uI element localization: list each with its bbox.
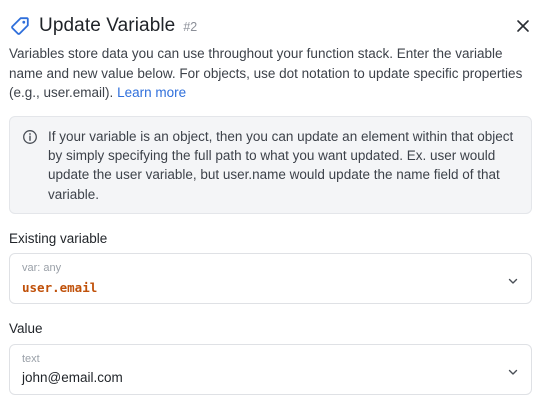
description-text: Variables store data you can use through… [9, 46, 523, 100]
step-badge: #2 [183, 20, 198, 34]
existing-variable-label: Existing variable [9, 231, 108, 246]
existing-variable-select[interactable]: var: any user.email [9, 253, 532, 304]
variable-type-hint: var: any [22, 262, 62, 274]
dialog-title: Update Variable [39, 15, 176, 36]
value-text: john@email.com [22, 370, 123, 385]
chevron-down-icon[interactable] [507, 365, 519, 377]
variable-name-value: user.email [22, 280, 98, 295]
info-icon [22, 129, 38, 145]
value-type-hint: text [22, 353, 40, 365]
dialog-header: Update Variable #2 [9, 12, 537, 40]
close-icon[interactable] [513, 16, 533, 36]
learn-more-link[interactable]: Learn more [117, 85, 186, 100]
value-select[interactable]: text john@email.com [9, 344, 532, 395]
info-callout: If your variable is an object, then you … [9, 116, 532, 214]
info-text: If your variable is an object, then you … [48, 129, 514, 202]
value-label: Value [9, 321, 43, 336]
description: Variables store data you can use through… [9, 44, 537, 103]
chevron-down-icon[interactable] [507, 274, 519, 286]
tag-icon [9, 15, 31, 37]
